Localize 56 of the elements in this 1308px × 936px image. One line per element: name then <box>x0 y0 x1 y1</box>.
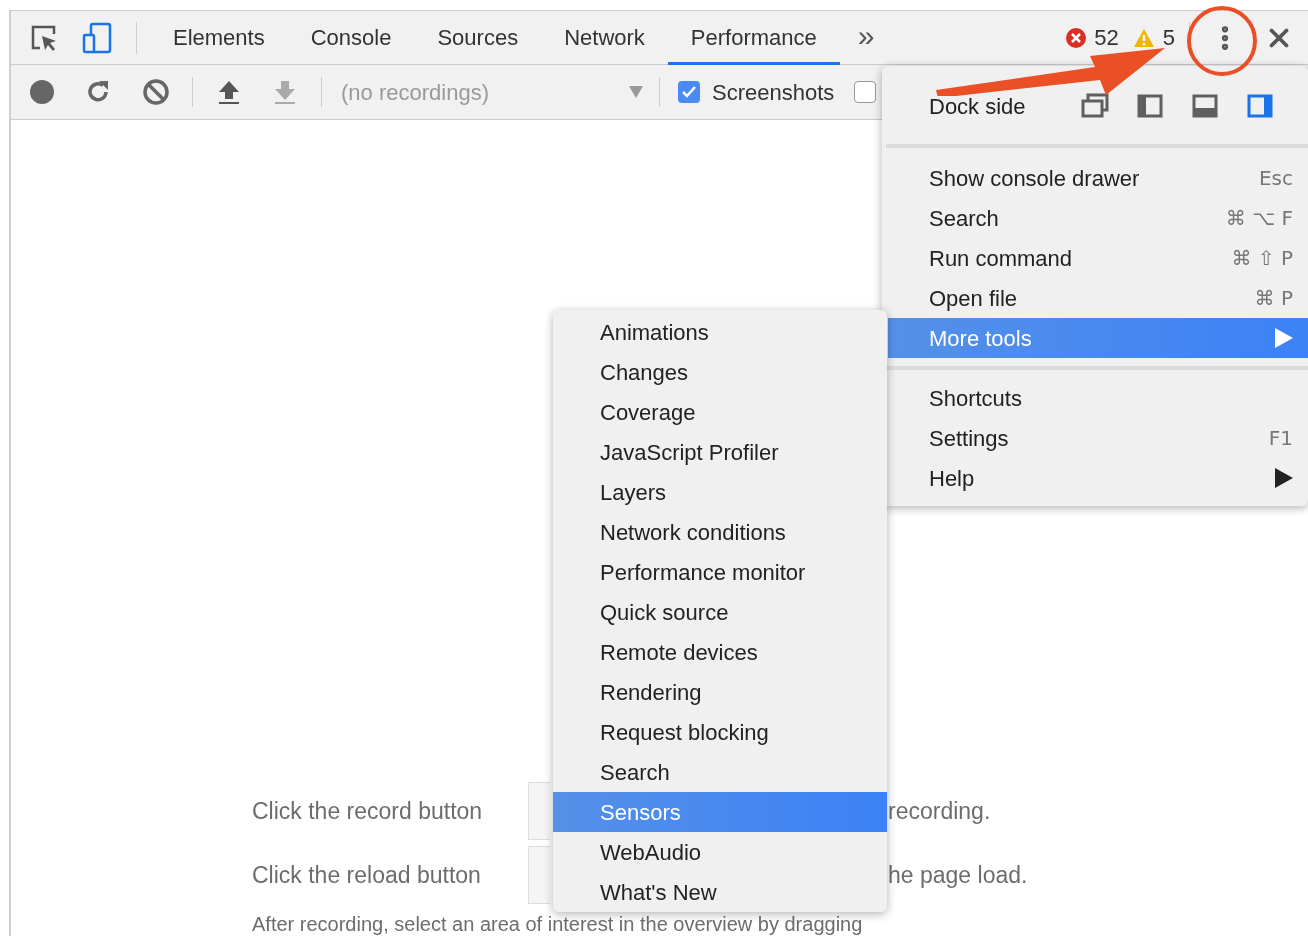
panel-tab[interactable]: Elements <box>150 10 288 65</box>
menu-item[interactable]: Coverage <box>553 392 887 432</box>
menu-item[interactable]: What's New <box>553 872 887 912</box>
menu-item[interactable]: Show console drawer Esc <box>888 158 1308 198</box>
screenshots-checkbox[interactable] <box>678 81 700 103</box>
menu-item[interactable]: Network conditions <box>553 512 887 552</box>
menu-item[interactable]: Quick source <box>553 592 887 632</box>
menu-item[interactable]: JavaScript Profiler <box>553 432 887 472</box>
dock-undock-icon[interactable] <box>1081 93 1109 119</box>
menu-item[interactable]: Settings F1 <box>888 418 1308 458</box>
circle-annotation <box>1186 5 1258 77</box>
warning-count: 5 <box>1162 24 1175 52</box>
instruction-text: After recording, select an area of interest in the overview by dragging <box>252 913 863 935</box>
record-icon[interactable] <box>29 79 55 105</box>
dropdown-icon <box>629 86 643 98</box>
menu-item[interactable]: Rendering <box>553 672 887 712</box>
menu-item[interactable]: Animations <box>553 312 887 352</box>
more-tabs-button[interactable]: » <box>839 20 893 55</box>
shortcut-text: ⌘ ⌥ F <box>1225 205 1293 232</box>
menu-item[interactable]: Layers <box>553 472 887 512</box>
instruction-text: Click the record button <box>252 796 484 826</box>
shortcut-text: ⌘ ⇧ P <box>1231 245 1293 272</box>
inspect-element-icon[interactable] <box>30 23 58 52</box>
menu-item[interactable]: Run command ⌘ ⇧ P <box>888 238 1308 278</box>
clear-icon[interactable] <box>142 78 170 106</box>
shortcut-text: ⌘ P <box>1254 285 1293 312</box>
menu-item[interactable]: Performance monitor <box>553 552 887 592</box>
dock-side-label: Dock side <box>929 92 1027 121</box>
panel-tab[interactable]: Console <box>287 10 415 65</box>
panel-tab[interactable]: Sources <box>414 10 542 65</box>
screenshots-label: Screenshots <box>712 78 835 107</box>
menu-item[interactable]: Help <box>888 458 1308 498</box>
dock-bottom-icon[interactable] <box>1191 93 1219 119</box>
menu-item[interactable]: Request blocking <box>553 712 887 752</box>
upload-icon[interactable] <box>217 79 241 105</box>
menu-item[interactable]: Remote devices <box>553 632 887 672</box>
instruction-text: recording. <box>888 796 991 826</box>
device-toolbar-icon[interactable] <box>82 21 112 54</box>
menu-item[interactable]: Open file ⌘ P <box>888 278 1308 318</box>
warning-icon <box>1132 27 1155 48</box>
instruction-text: Click the reload button <box>252 860 482 890</box>
checkbox[interactable] <box>854 81 877 103</box>
checkmark-icon <box>682 86 696 98</box>
menu-item[interactable]: Shortcuts <box>888 378 1308 418</box>
dock-left-icon[interactable] <box>1136 93 1164 119</box>
error-icon <box>1066 27 1087 48</box>
menu-item[interactable]: WebAudio <box>553 832 887 872</box>
shortcut-text: F1 <box>1268 425 1293 452</box>
panel-tab[interactable]: Network <box>541 10 668 65</box>
menu-item[interactable]: Search ⌘ ⌥ F <box>888 198 1308 238</box>
menu-item[interactable]: Search <box>553 752 887 792</box>
dock-right-icon[interactable] <box>1246 93 1274 119</box>
error-count: 52 <box>1094 24 1119 52</box>
shortcut-text: Esc <box>1258 165 1293 192</box>
instruction-text: he page load. <box>888 860 1028 890</box>
menu-item[interactable]: Changes <box>553 352 887 392</box>
